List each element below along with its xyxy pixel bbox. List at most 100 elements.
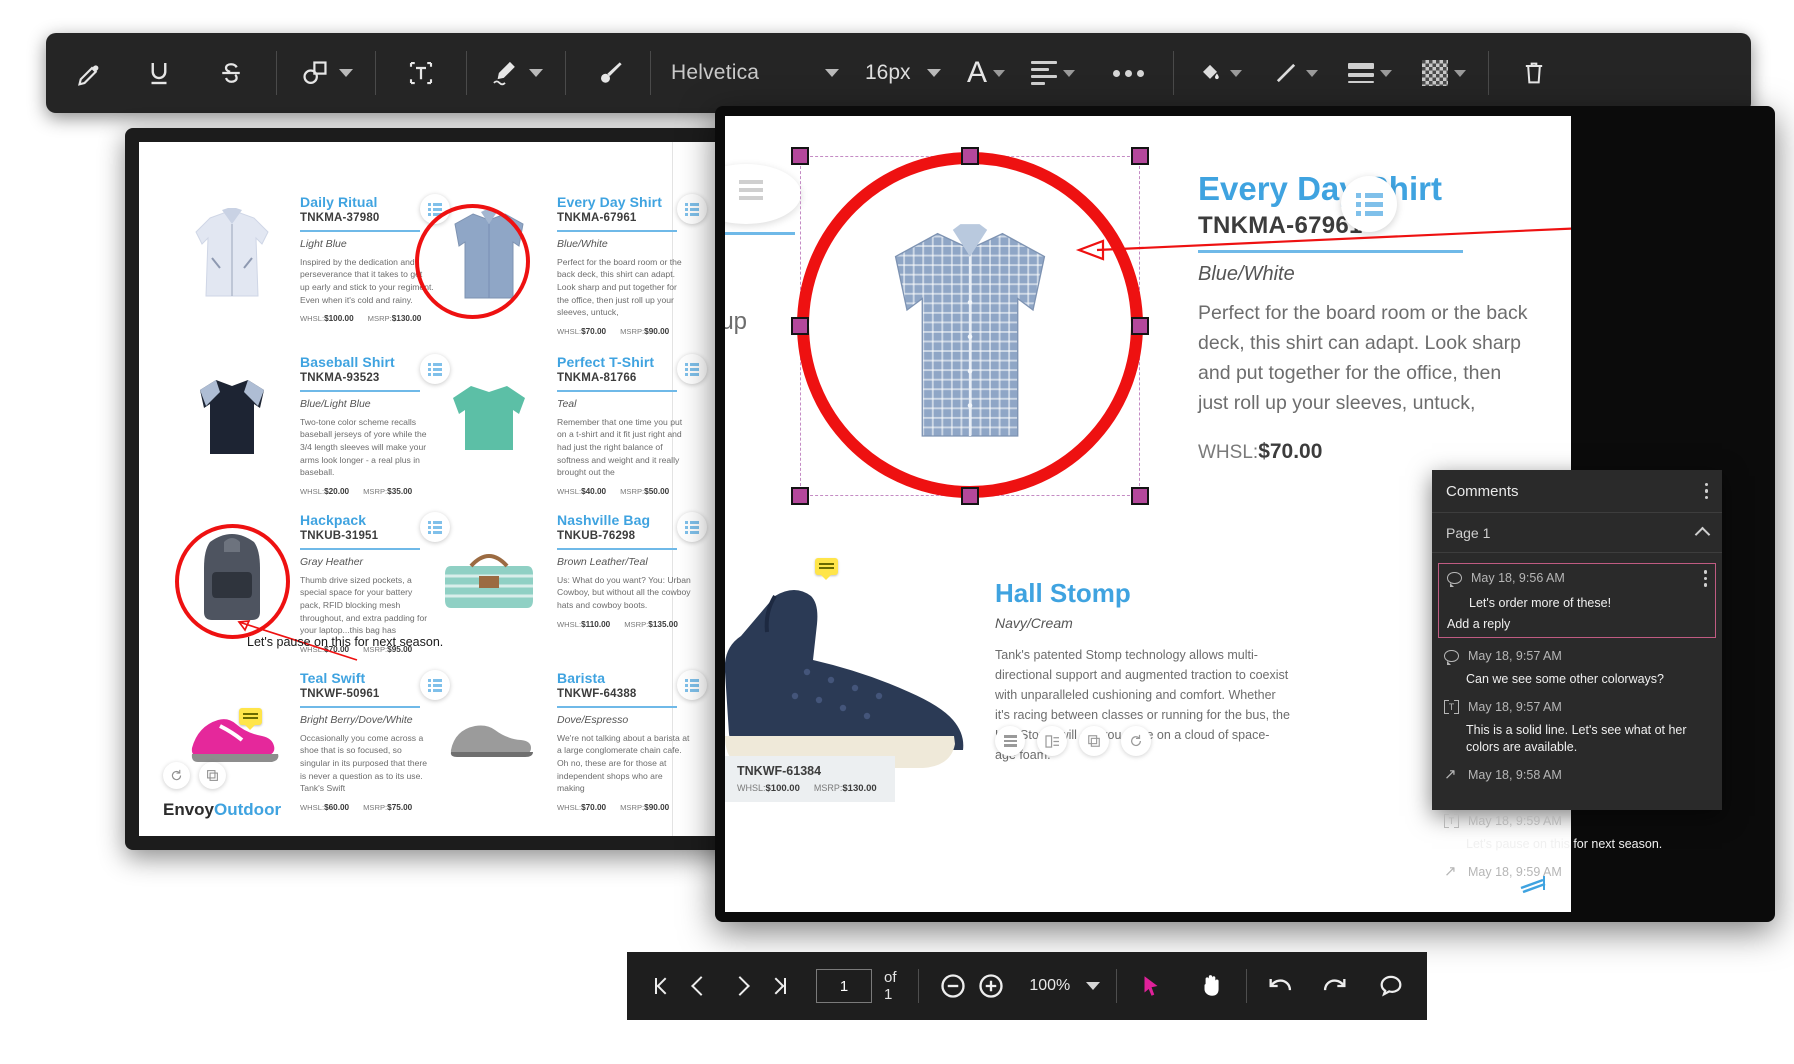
msrp-value: $90.00 bbox=[644, 327, 670, 337]
chevron-up-icon[interactable] bbox=[1694, 526, 1711, 543]
product-list-badge[interactable] bbox=[677, 194, 707, 224]
product-title: Baseball Shirt bbox=[300, 354, 395, 370]
comment-item[interactable]: ↗ May 18, 9:58 AM bbox=[1432, 765, 1722, 785]
prev-page-button[interactable] bbox=[683, 964, 719, 1008]
font-size-caret[interactable] bbox=[927, 69, 941, 77]
resize-handle-middle-left[interactable] bbox=[791, 317, 809, 335]
product-color: Teal bbox=[557, 397, 577, 410]
msrp-label: MSRP: bbox=[363, 803, 388, 813]
copy-tool-button[interactable] bbox=[199, 762, 226, 789]
next-page-button[interactable] bbox=[722, 964, 758, 1008]
annotation-arrow-detail[interactable] bbox=[1069, 226, 1571, 276]
product-card[interactable]: Teal Swift TNKWF-50961 Bright Berry/Dove… bbox=[169, 670, 450, 813]
underline-tool-button[interactable] bbox=[136, 47, 182, 99]
product-card[interactable]: Nashville Bag TNKUB-76298 Brown Leather/… bbox=[426, 512, 707, 630]
comments-options-kebab-icon[interactable] bbox=[1704, 482, 1708, 500]
fill-color-caret[interactable] bbox=[1230, 69, 1243, 77]
resize-handle-top-center[interactable] bbox=[961, 147, 979, 165]
shape-dropdown-caret[interactable] bbox=[339, 69, 353, 77]
product-card[interactable]: Baseball Shirt TNKMA-93523 Blue/Light Bl… bbox=[169, 354, 450, 496]
opacity-caret[interactable] bbox=[1454, 69, 1467, 77]
resize-handle-bottom-center[interactable] bbox=[961, 487, 979, 505]
resize-handle-top-left[interactable] bbox=[791, 147, 809, 165]
detail-list-badge[interactable] bbox=[1341, 176, 1397, 232]
delete-button[interactable] bbox=[1511, 47, 1557, 99]
signature-dropdown-caret[interactable] bbox=[529, 69, 543, 77]
comment-bubble-icon bbox=[1444, 650, 1459, 666]
comment-button[interactable] bbox=[1373, 964, 1409, 1008]
list-tool-button[interactable] bbox=[995, 726, 1025, 756]
comment-row: T May 18, 9:59 AM bbox=[1444, 814, 1710, 828]
resize-handle-bottom-right[interactable] bbox=[1131, 487, 1149, 505]
text-align-caret[interactable] bbox=[1063, 69, 1076, 77]
rotate-icon bbox=[1131, 734, 1141, 747]
zoom-dropdown-caret[interactable] bbox=[1086, 982, 1101, 990]
product-image bbox=[426, 354, 551, 472]
list-lines-icon bbox=[739, 180, 763, 200]
font-family-caret[interactable] bbox=[825, 69, 839, 77]
redo-button[interactable] bbox=[1316, 964, 1352, 1008]
opacity-button[interactable] bbox=[1422, 47, 1467, 99]
comment-reply-field[interactable]: Add a reply bbox=[1447, 617, 1707, 631]
page-number-input[interactable] bbox=[816, 969, 872, 1003]
product-card[interactable]: Perfect T-Shirt TNKMA-81766 Teal Remembe… bbox=[426, 354, 707, 496]
comment-item[interactable]: T May 18, 9:59 AM Let's pause on this fo… bbox=[1432, 811, 1722, 862]
line-weight-button[interactable] bbox=[1348, 47, 1393, 99]
highlighter-tool-button[interactable] bbox=[64, 47, 110, 99]
fill-color-button[interactable] bbox=[1196, 47, 1243, 99]
select-tool-button[interactable] bbox=[1133, 964, 1169, 1008]
product-info: Barista TNKWF-64388 Dove/Espresso We're … bbox=[551, 670, 707, 812]
text-color-caret[interactable] bbox=[993, 69, 1006, 77]
sticky-note-icon[interactable] bbox=[239, 708, 262, 730]
comment-item[interactable]: ↗ May 18, 9:59 AM bbox=[1432, 862, 1722, 882]
strikethrough-tool-button[interactable] bbox=[208, 47, 254, 99]
more-options-button[interactable] bbox=[1105, 47, 1151, 99]
annotation-circle-shirt[interactable] bbox=[415, 204, 530, 319]
zoom-out-button[interactable] bbox=[935, 964, 971, 1008]
undo-button[interactable] bbox=[1262, 964, 1298, 1008]
sticky-note-icon[interactable] bbox=[815, 558, 838, 580]
resize-handle-top-right[interactable] bbox=[1131, 147, 1149, 165]
product-card[interactable]: Daily Ritual TNKMA-37980 Light Blue Insp… bbox=[169, 194, 450, 323]
text-align-button[interactable] bbox=[1031, 47, 1076, 99]
comment-timestamp: May 18, 9:56 AM bbox=[1471, 571, 1565, 586]
list-lines-icon bbox=[1003, 735, 1017, 747]
product-color: Dove/Espresso bbox=[557, 713, 629, 726]
comments-page-group[interactable]: Page 1 bbox=[1432, 513, 1722, 553]
product-list-badge[interactable] bbox=[677, 512, 707, 542]
comment-body: Can we see some other colorways? bbox=[1466, 672, 1665, 687]
comment-item[interactable]: May 18, 9:57 AM Can we see some other co… bbox=[1432, 646, 1722, 697]
product-list-badge[interactable] bbox=[677, 354, 707, 384]
comment-options-kebab-icon[interactable] bbox=[1703, 570, 1707, 587]
resize-handle-middle-right[interactable] bbox=[1131, 317, 1149, 335]
signature-tool-button[interactable] bbox=[489, 47, 543, 99]
text-color-button[interactable]: A bbox=[967, 47, 1006, 99]
shape-tool-button[interactable] bbox=[299, 47, 353, 99]
rotate-tool-button[interactable] bbox=[1121, 726, 1151, 756]
comment-item[interactable]: T May 18, 9:57 AM This is a solid line. … bbox=[1432, 697, 1722, 765]
font-size-select[interactable]: 16px bbox=[865, 47, 941, 99]
line-weight-caret[interactable] bbox=[1380, 69, 1393, 77]
brush-tool-button[interactable] bbox=[588, 47, 634, 99]
bottombar-divider-3 bbox=[1245, 969, 1247, 1003]
text-box-tool-button[interactable] bbox=[398, 47, 444, 99]
copy-tool-button[interactable] bbox=[1079, 726, 1109, 756]
product-list-badge[interactable] bbox=[677, 670, 707, 700]
last-page-button[interactable] bbox=[760, 964, 796, 1008]
annotation-note-text: Let's pause on this for next season. bbox=[247, 635, 444, 649]
pan-tool-button[interactable] bbox=[1193, 964, 1229, 1008]
line-style-caret[interactable] bbox=[1306, 69, 1319, 77]
first-page-button[interactable] bbox=[645, 964, 681, 1008]
font-family-select[interactable]: Helvetica bbox=[667, 47, 839, 99]
product-card[interactable]: Barista TNKWF-64388 Dove/Espresso We're … bbox=[426, 670, 707, 812]
resize-handle-bottom-left[interactable] bbox=[791, 487, 809, 505]
brush-icon bbox=[601, 62, 622, 83]
comment-item[interactable]: May 18, 9:56 AM Let's order more of thes… bbox=[1438, 563, 1716, 639]
zoom-in-button[interactable] bbox=[973, 964, 1009, 1008]
line-style-button[interactable] bbox=[1272, 47, 1319, 99]
layout-tool-button[interactable] bbox=[1037, 726, 1067, 756]
product-rule bbox=[557, 390, 677, 392]
zoom-level-label: 100% bbox=[1029, 977, 1071, 994]
rotate-tool-button[interactable] bbox=[163, 762, 190, 789]
comments-panel: Comments Page 1 May 18, 9:56 AM Let's or… bbox=[1432, 470, 1722, 879]
